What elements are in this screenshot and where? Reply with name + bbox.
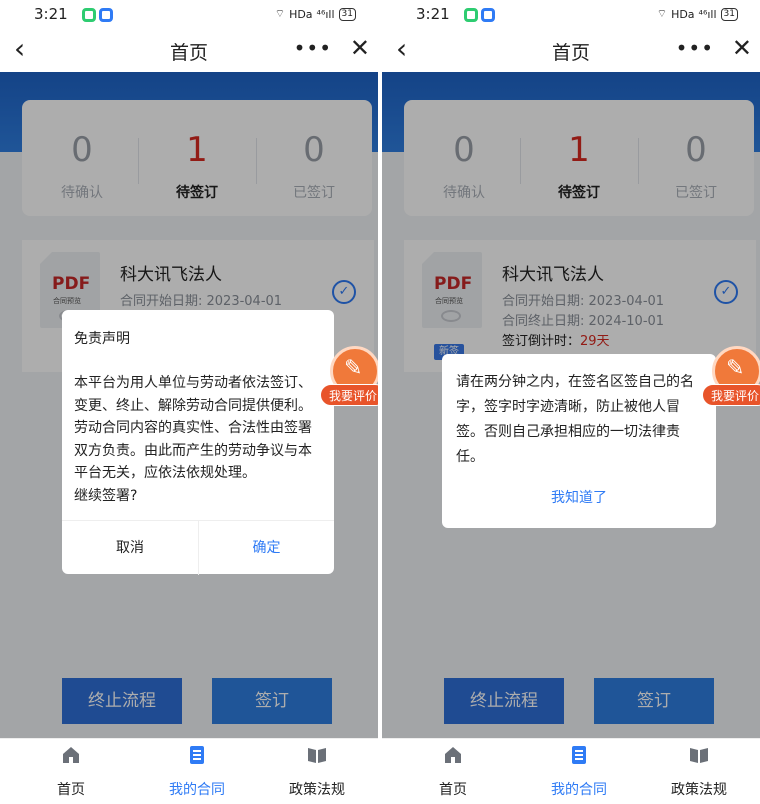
document-icon <box>190 746 204 764</box>
wifi-icon: ⌔ <box>274 7 286 20</box>
tab-label: 我的合同 <box>551 782 607 798</box>
tab-label: 首页 <box>439 782 467 798</box>
more-icon[interactable]: ••• <box>676 36 714 60</box>
disclaimer-dialog: 免责声明 本平台为用人单位与劳动者依法签订、 变更、终止、解除劳动合同提供便利。… <box>62 310 334 575</box>
tab-label: 政策法规 <box>289 782 345 798</box>
rate-button[interactable]: ✎ 我要评价 <box>320 346 378 410</box>
app-notification-icon <box>464 8 478 22</box>
app-notification-icon <box>481 8 495 22</box>
screen-left: 3:21 ⌔ HDa ⁴⁶ıll 31 ‹ 首页 ••• ✕ 0 待确认 1 待… <box>0 0 378 804</box>
status-bar: 3:21 ⌔ HDa ⁴⁶ıll 31 <box>0 0 378 30</box>
battery-icon: 31 <box>720 7 738 21</box>
close-icon[interactable]: ✕ <box>732 34 752 62</box>
signing-notice-dialog: 请在两分钟之内，在签名区签自己的名 字，签字时字迹清晰，防止被他人冒 签。否则自… <box>442 354 716 528</box>
tab-label: 首页 <box>57 782 85 798</box>
pencil-icon: ✎ <box>726 356 745 381</box>
home-icon <box>63 747 79 763</box>
status-time: 3:21 <box>34 5 68 23</box>
signal-icon: ⁴⁶ıll <box>316 7 335 21</box>
pencil-icon: ✎ <box>344 356 363 381</box>
tab-policy[interactable]: 政策法规 <box>272 745 362 799</box>
status-time: 3:21 <box>416 5 450 23</box>
status-app-icons <box>464 8 495 22</box>
dialog-body: 请在两分钟之内，在签名区签自己的名 字，签字时字迹清晰，防止被他人冒 签。否则自… <box>456 374 694 465</box>
battery-icon: 31 <box>338 7 356 21</box>
dialog-body: 本平台为用人单位与劳动者依法签订、 变更、终止、解除劳动合同提供便利。 劳动合同… <box>74 375 312 504</box>
rate-button[interactable]: ✎ 我要评价 <box>702 346 760 410</box>
app-notification-icon <box>82 8 96 22</box>
tab-policy[interactable]: 政策法规 <box>654 745 744 799</box>
nav-bar: ‹ 首页 ••• ✕ <box>382 30 760 72</box>
book-icon <box>690 748 708 763</box>
cancel-button[interactable]: 取消 <box>62 521 198 575</box>
status-bar: 3:21 ⌔ HDa ⁴⁶ıll 31 <box>382 0 760 30</box>
status-app-icons <box>82 8 113 22</box>
home-icon <box>445 747 461 763</box>
status-indicators: ⌔ HDa ⁴⁶ıll 31 <box>657 7 738 21</box>
network-label: HDa <box>289 7 313 21</box>
acknowledge-button[interactable]: 我知道了 <box>442 472 716 528</box>
tab-home[interactable]: 首页 <box>408 745 498 799</box>
more-icon[interactable]: ••• <box>294 36 332 60</box>
tab-label: 政策法规 <box>671 782 727 798</box>
tab-label: 我的合同 <box>169 782 225 798</box>
status-indicators: ⌔ HDa ⁴⁶ıll 31 <box>275 7 356 21</box>
tab-my-contracts[interactable]: 我的合同 <box>152 745 242 799</box>
signal-icon: ⁴⁶ıll <box>698 7 717 21</box>
wifi-icon: ⌔ <box>656 7 668 20</box>
tab-bar: 首页 我的合同 政策法规 <box>0 738 378 804</box>
tab-my-contracts[interactable]: 我的合同 <box>534 745 624 799</box>
network-label: HDa <box>671 7 695 21</box>
close-icon[interactable]: ✕ <box>350 34 370 62</box>
rate-label: 我要评价 <box>320 384 378 406</box>
dialog-title: 免责声明 <box>74 331 130 347</box>
tab-bar: 首页 我的合同 政策法规 <box>382 738 760 804</box>
app-notification-icon <box>99 8 113 22</box>
screen-right: 3:21 ⌔ HDa ⁴⁶ıll 31 ‹ 首页 ••• ✕ 0 待确认 1 待… <box>382 0 760 804</box>
book-icon <box>308 748 326 763</box>
dialog-actions: 取消 确定 <box>62 520 334 575</box>
document-icon <box>572 746 586 764</box>
tab-home[interactable]: 首页 <box>26 745 116 799</box>
confirm-button[interactable]: 确定 <box>198 521 334 575</box>
rate-label: 我要评价 <box>702 384 760 406</box>
nav-bar: ‹ 首页 ••• ✕ <box>0 30 378 72</box>
